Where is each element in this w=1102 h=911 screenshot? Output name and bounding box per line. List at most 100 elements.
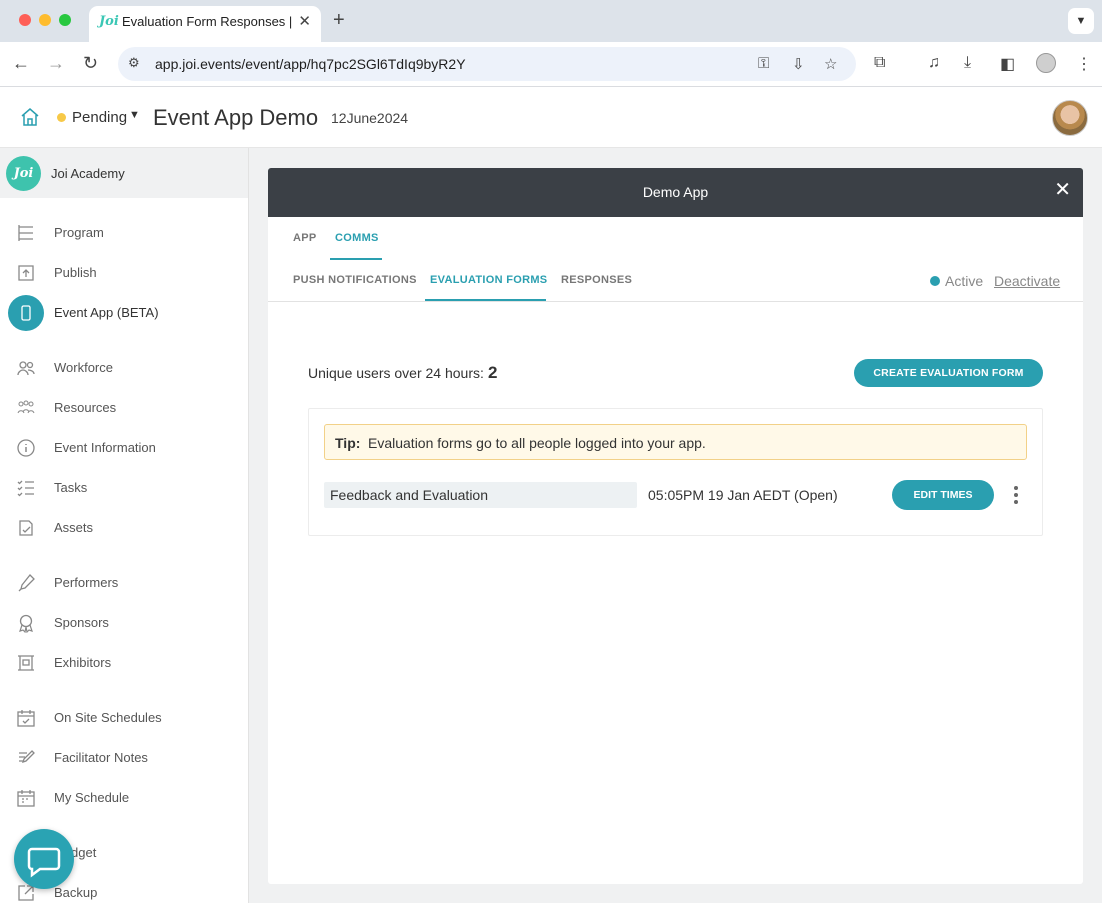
calendar-icon <box>17 790 35 807</box>
people-icon <box>17 361 35 376</box>
deactivate-link[interactable]: Deactivate <box>994 273 1060 289</box>
extensions-icon[interactable]: ⧉ <box>874 54 885 72</box>
sidebar-item-performers[interactable]: Performers <box>0 565 248 601</box>
tip-banner: Tip: Evaluation forms go to all people l… <box>324 424 1027 460</box>
sidebar-item-label: Performers <box>54 575 119 590</box>
event-date: 12June2024 <box>331 110 409 126</box>
sidebar-item-assets[interactable]: Assets <box>0 510 248 546</box>
sidebar: Joi Joi Academy Program Publish Event Ap… <box>0 148 249 903</box>
sidebar-item-on-site-schedules[interactable]: On Site Schedules <box>0 700 248 736</box>
side-panel-icon[interactable]: ◧ <box>1000 54 1015 74</box>
password-key-icon[interactable]: ⚿ <box>758 55 769 72</box>
joi-logo-icon: Joi <box>6 156 41 191</box>
bookmark-star-icon[interactable]: ☆ <box>824 55 837 73</box>
sidebar-item-tasks[interactable]: Tasks <box>0 470 248 506</box>
sidebar-item-label: Exhibitors <box>54 655 112 670</box>
form-name-field[interactable]: Feedback and Evaluation <box>324 482 637 508</box>
browser-menu-icon[interactable]: ⋮ <box>1076 54 1092 74</box>
status-dropdown[interactable]: Pending <box>72 109 127 126</box>
sidebar-item-label: Workforce <box>54 360 113 375</box>
sidebar-item-label: Publish <box>54 265 97 280</box>
exhibitor-icon <box>18 655 34 671</box>
calendar-check-icon <box>17 710 35 727</box>
tab-comms[interactable]: COMMS <box>335 232 379 244</box>
create-evaluation-form-button[interactable]: CREATE EVALUATION FORM <box>854 359 1043 387</box>
forward-arrow-icon[interactable]: → <box>47 53 65 74</box>
sidebar-item-label: Resources <box>54 400 117 415</box>
form-name-text: Feedback and Evaluation <box>330 487 488 503</box>
phone-icon <box>21 305 31 321</box>
url-text: app.joi.events/event/app/hq7pc2SGl6TdIq9… <box>155 56 466 72</box>
sidebar-item-workforce[interactable]: Workforce <box>0 350 248 386</box>
sidebar-item-facilitator-notes[interactable]: Facilitator Notes <box>0 740 248 776</box>
org-switcher[interactable]: Joi Joi Academy <box>0 148 248 198</box>
sidebar-item-my-schedule[interactable]: My Schedule <box>0 780 248 816</box>
tip-text: Evaluation forms go to all people logged… <box>368 435 706 451</box>
reload-icon[interactable]: ↻ <box>83 53 98 74</box>
notes-icon <box>19 750 35 764</box>
browser-tab-title: Evaluation Form Responses | <box>122 14 293 29</box>
sidebar-item-label: Sponsors <box>54 615 109 630</box>
close-icon[interactable]: ✕ <box>1054 180 1071 200</box>
edit-times-button[interactable]: EDIT TIMES <box>892 480 994 510</box>
site-settings-icon[interactable]: ⚙ <box>128 55 140 71</box>
user-avatar[interactable] <box>1052 100 1088 136</box>
panel-title: Demo App <box>642 184 709 200</box>
sidebar-item-sponsors[interactable]: Sponsors <box>0 605 248 641</box>
sidebar-item-resources[interactable]: Resources <box>0 390 248 426</box>
tab-app[interactable]: APP <box>293 232 317 244</box>
badge-icon <box>19 614 33 633</box>
panel-header: Demo App ✕ <box>268 168 1083 217</box>
close-window-button[interactable] <box>19 14 31 26</box>
back-arrow-icon[interactable]: ← <box>12 53 30 74</box>
org-name: Joi Academy <box>51 166 125 181</box>
minimize-window-button[interactable] <box>39 14 51 26</box>
tab-evaluation-forms[interactable]: EVALUATION FORMS <box>430 274 547 286</box>
maximize-window-button[interactable] <box>59 14 71 26</box>
download-icon[interactable]: ⤓ <box>964 54 971 72</box>
close-tab-icon[interactable]: ✕ <box>298 12 311 30</box>
sidebar-item-publish[interactable]: Publish <box>0 255 248 291</box>
resources-icon <box>17 400 35 414</box>
chat-bubble-icon <box>27 847 61 878</box>
profile-avatar-icon[interactable] <box>1036 53 1056 73</box>
more-options-icon[interactable] <box>1009 486 1023 506</box>
sidebar-item-event-information[interactable]: Event Information <box>0 430 248 466</box>
install-app-icon[interactable]: ⇩ <box>792 55 805 73</box>
app-header: Pending ▼ Event App Demo 12June2024 <box>0 88 1102 148</box>
tasks-icon <box>17 480 34 497</box>
sidebar-item-label: Program <box>54 225 104 240</box>
sidebar-item-label: On Site Schedules <box>54 710 162 725</box>
sidebar-item-event-app[interactable]: Event App (BETA) <box>0 295 248 331</box>
sidebar-item-label: Event Information <box>54 440 156 455</box>
caret-down-icon[interactable]: ▼ <box>129 109 140 121</box>
form-times: 05:05PM 19 Jan AEDT (Open) <box>648 487 838 503</box>
chat-support-button[interactable] <box>14 829 74 889</box>
home-icon[interactable] <box>20 107 40 127</box>
assets-icon <box>19 520 33 536</box>
unique-users-count: 2 <box>488 363 498 382</box>
sidebar-item-program[interactable]: Program <box>0 215 248 251</box>
tab-search-chevron-icon[interactable]: ▼ <box>1068 8 1094 34</box>
active-status-label: Active <box>945 273 984 289</box>
evaluation-forms-list: Tip: Evaluation forms go to all people l… <box>308 408 1043 536</box>
sidebar-item-label: My Schedule <box>54 790 130 805</box>
sidebar-item-label: Assets <box>54 520 94 535</box>
active-status-dot <box>930 276 940 286</box>
sidebar-item-label: Facilitator Notes <box>54 750 148 765</box>
sidebar-item-label: dget <box>71 845 97 860</box>
tab-push-notifications[interactable]: PUSH NOTIFICATIONS <box>293 274 417 286</box>
media-control-icon[interactable]: ♫ <box>928 54 940 72</box>
demo-app-panel: Demo App ✕ APP COMMS PUSH NOTIFICATIONS … <box>268 168 1083 884</box>
browser-toolbar: ← → ↻ ⚙ app.joi.events/event/app/hq7pc2S… <box>0 42 1102 87</box>
info-icon <box>17 439 35 457</box>
tab-comms-underline <box>330 258 382 260</box>
joi-favicon-icon: Joi <box>99 14 119 29</box>
tab-responses[interactable]: RESPONSES <box>561 274 632 286</box>
browser-tab[interactable]: Joi Evaluation Form Responses | ✕ <box>89 6 321 42</box>
new-tab-icon[interactable]: + <box>333 9 345 32</box>
sidebar-item-exhibitors[interactable]: Exhibitors <box>0 645 248 681</box>
unique-users-label: Unique users over 24 hours: <box>308 365 484 381</box>
address-bar[interactable]: ⚙ app.joi.events/event/app/hq7pc2SGl6TdI… <box>118 47 856 81</box>
tabs-divider <box>268 301 1083 302</box>
